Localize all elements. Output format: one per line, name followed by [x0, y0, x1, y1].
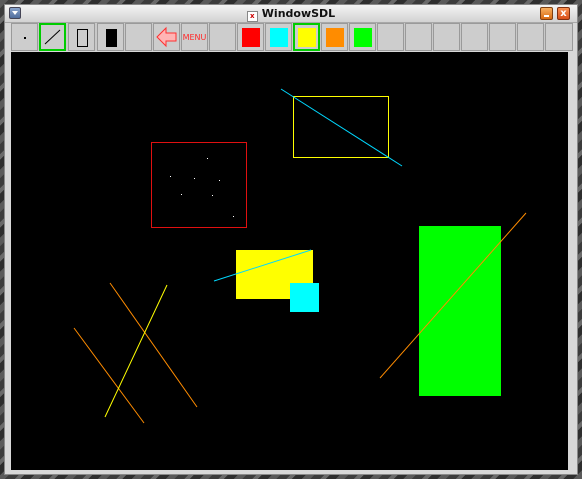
cyan-swatch: [270, 28, 288, 47]
red-swatch: [242, 28, 260, 47]
toolbar-empty-slot: [433, 23, 460, 51]
color-green-button[interactable]: [349, 23, 376, 51]
menu-button[interactable]: MENU: [181, 23, 208, 51]
yellow-swatch: [298, 28, 316, 47]
menu-label: MENU: [182, 33, 207, 42]
color-cyan-button[interactable]: [265, 23, 292, 51]
toolbar: MENU: [11, 23, 573, 51]
green-filled-rectangle-shape: [419, 226, 501, 396]
toolbar-empty-slot: [209, 23, 236, 51]
rectangle-outline-tool[interactable]: [68, 23, 95, 51]
left-arrow-icon: [156, 26, 177, 48]
dot-icon: [24, 37, 26, 39]
filled-rectangle-tool[interactable]: [97, 23, 124, 51]
title-bar[interactable]: x WindowSDL x: [5, 5, 577, 23]
drawing-canvas[interactable]: [11, 52, 568, 470]
toolbar-empty-slot: [517, 23, 544, 51]
toolbar-empty-slot: [461, 23, 488, 51]
color-orange-button[interactable]: [321, 23, 348, 51]
green-swatch: [354, 28, 372, 47]
cyan-filled-square-shape: [290, 283, 319, 312]
toolbar-empty-slot: [405, 23, 432, 51]
rectangle-outline-icon: [77, 29, 88, 47]
color-red-button[interactable]: [237, 23, 264, 51]
line-tool[interactable]: [39, 23, 66, 51]
window-title: x WindowSDL: [5, 6, 577, 22]
diagonal-line-icon: [44, 29, 61, 45]
window-title-text: WindowSDL: [261, 7, 336, 20]
filled-rectangle-icon: [106, 29, 117, 47]
blank-tool-slot[interactable]: [125, 23, 152, 51]
app-icon: x: [246, 11, 258, 22]
close-button[interactable]: x: [557, 7, 570, 20]
point-tool[interactable]: [11, 23, 38, 51]
toolbar-empty-slot: [489, 23, 516, 51]
orange-swatch: [326, 28, 344, 47]
toolbar-empty-slot: [377, 23, 404, 51]
toolbar-empty-slot: [545, 23, 573, 51]
back-arrow-button[interactable]: [153, 23, 180, 51]
minimize-button[interactable]: [540, 7, 553, 20]
color-yellow-button[interactable]: [293, 23, 320, 51]
